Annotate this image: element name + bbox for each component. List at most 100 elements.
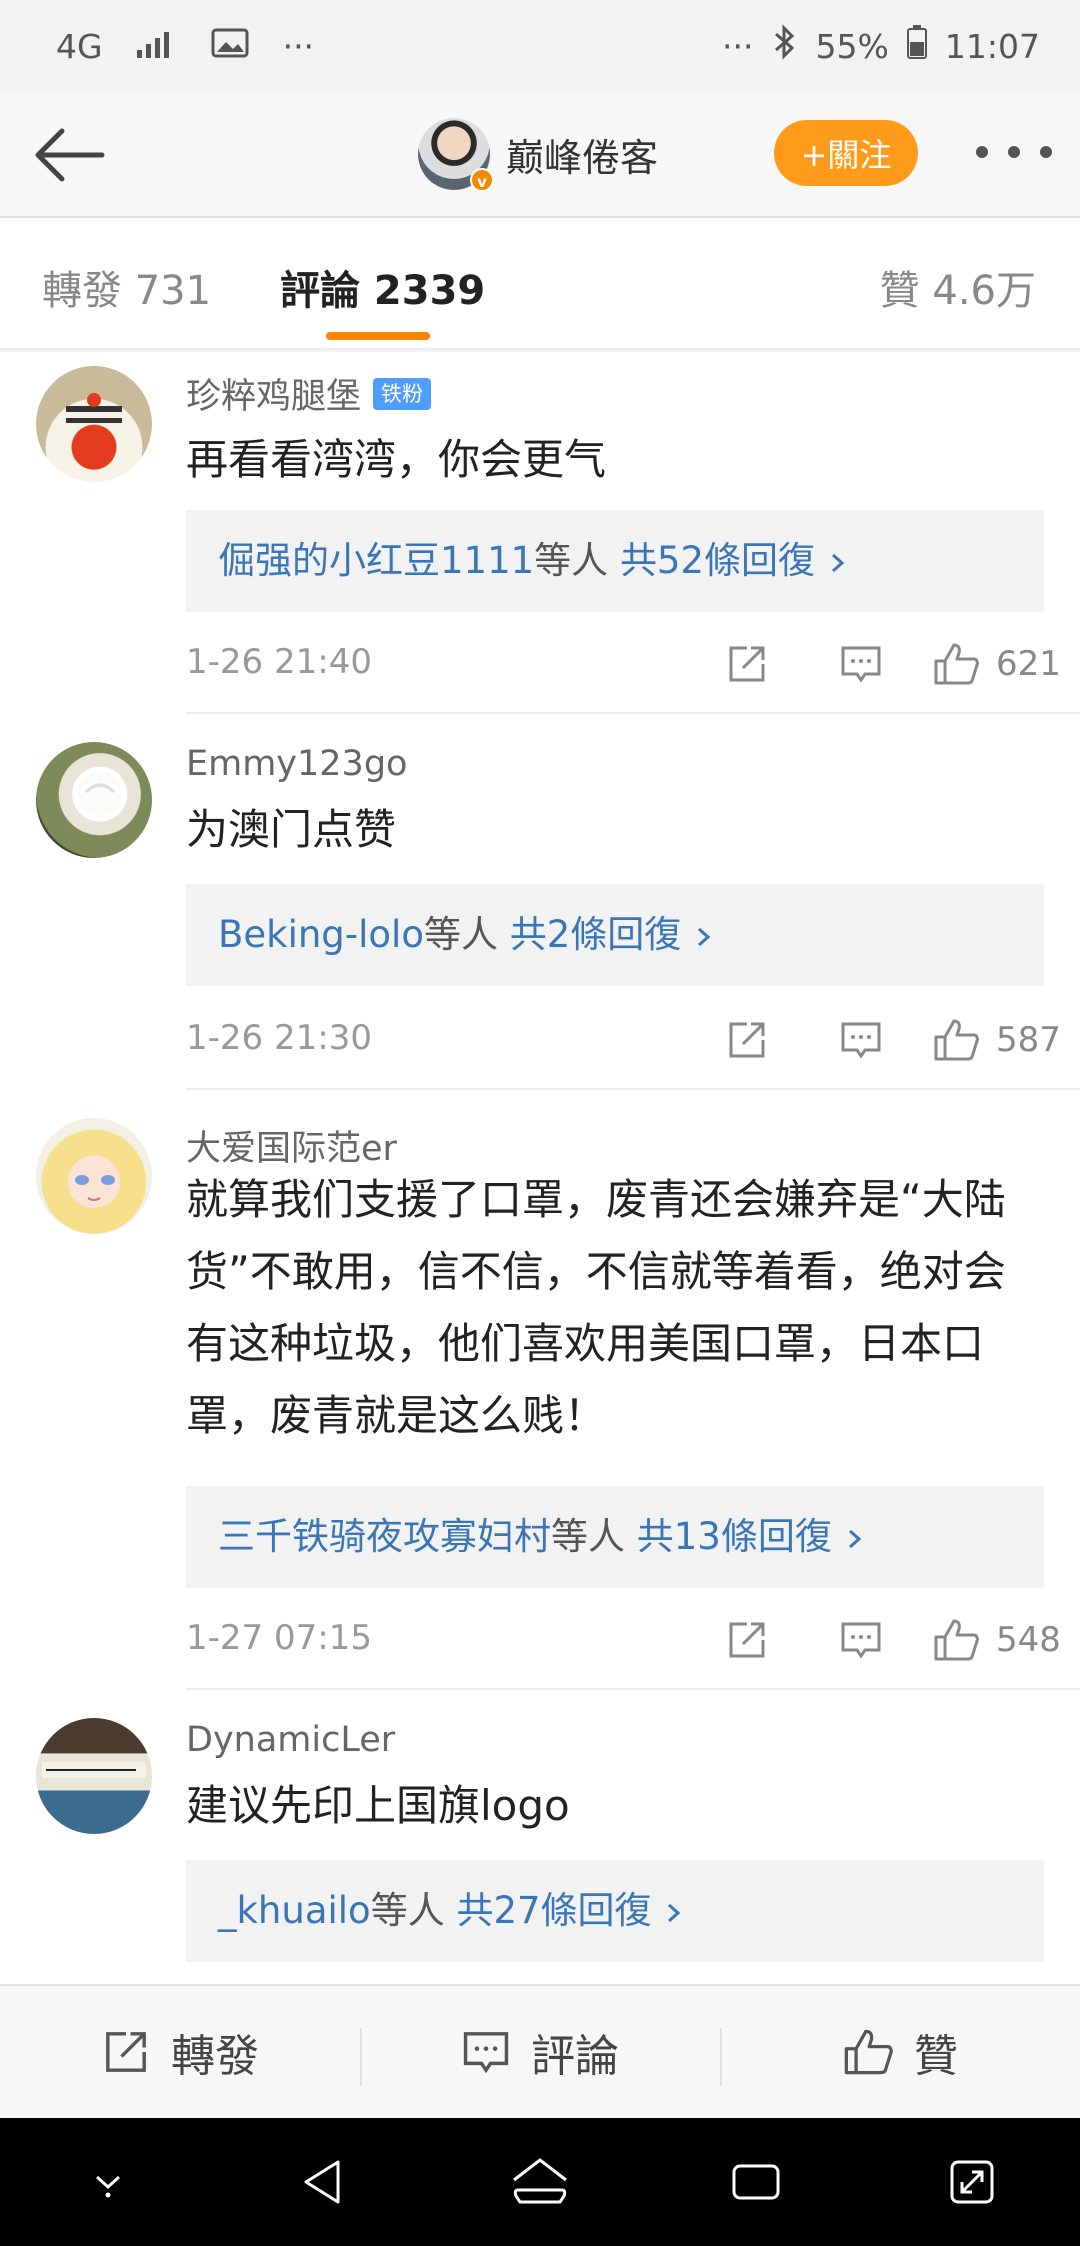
reply-summary[interactable]: Beking-lolo等人 共2條回復 [186,884,1044,986]
bottom-action-bar: 轉發 評論 贊 [0,1984,1080,2118]
comment-text: 再看看湾湾，你会更气 [186,435,607,484]
comment-username[interactable]: 珍粹鸡腿堡 铁粉 [186,368,432,419]
author-name[interactable]: 巅峰倦客 [506,127,658,182]
nav-hide-button[interactable] [63,2137,153,2227]
more-dot-icon [976,146,988,158]
status-bar: 4G ··· ··· 55% 11:07 [0,0,1080,92]
tab-like[interactable]: 贊 4.6万 [880,258,1036,316]
like-count: 548 [996,1620,1061,1660]
doraemon-avatar-icon [66,393,122,423]
comment-icon [841,1622,881,1659]
author-info[interactable]: v 巅峰倦客 [418,118,658,192]
reply-summary[interactable]: 倔强的小红豆1111等人 共52條回復 [186,510,1044,612]
reply-user[interactable]: 倔强的小红豆1111 [218,539,534,582]
divider [186,1088,1080,1090]
divider [186,1688,1080,1690]
thumbs-up-icon [934,643,979,685]
reply-mid: 等人 [423,913,498,956]
reply-count[interactable]: 共27條回復 [456,1889,651,1932]
comment-icon [841,646,881,683]
network-indicator: 4G [56,26,103,66]
reply-button[interactable] [804,636,918,692]
reply-count[interactable]: 共52條回復 [620,539,815,582]
share-button[interactable] [690,636,804,692]
tab-comment[interactable]: 評論 2339 [280,258,485,316]
expand-icon [950,2160,994,2204]
like-count: 621 [996,644,1061,684]
reply-mid: 等人 [370,1889,445,1932]
chevron-right-icon [698,927,711,946]
reply-button[interactable] [804,1612,918,1668]
comment-actions: 621 [690,636,1061,692]
battery-icon [906,25,927,67]
comment-time: 1-26 21:40 [186,642,372,682]
comment-actions: 548 [690,1612,1061,1668]
chevron-down-dot-icon [95,2175,121,2198]
comment-time: 1-27 07:15 [186,1618,372,1658]
signal-icon [136,27,177,66]
nav-back-button[interactable] [279,2137,369,2227]
share-icon [729,1022,765,1058]
user-avatar[interactable] [36,1718,152,1834]
reply-user[interactable]: _khuailo [218,1889,371,1932]
author-avatar[interactable]: v [418,118,494,192]
username-text[interactable]: 珍粹鸡腿堡 [186,368,361,419]
like-button[interactable]: 548 [932,1612,1061,1668]
battery-percent: 55% [815,26,889,66]
bottom-like-label: 贊 [914,2031,958,2082]
nav-home-button[interactable] [495,2137,585,2227]
like-count: 587 [996,1020,1061,1060]
like-button[interactable]: 587 [932,1012,1061,1068]
header: v 巅峰倦客 +關注 [0,92,1080,218]
username-text[interactable]: Emmy123go [186,744,407,784]
comment-text: 为澳门点赞 [186,805,397,854]
graffiti-avatar-icon [42,1762,146,1778]
reply-count[interactable]: 共13條回復 [637,1515,832,1558]
user-avatar[interactable] [36,1118,152,1234]
bottom-comment-button[interactable]: 評論 [360,2020,720,2086]
comment-item: DynamicLer 建议先印上国旗logo _khuailo等人 共27條回復 [0,1704,1080,1984]
comment-list[interactable]: 珍粹鸡腿堡 铁粉 再看看湾湾，你会更气 倔强的小红豆1111等人 共52條回復 … [0,352,1080,1984]
share-icon [729,646,765,682]
user-avatar[interactable] [36,742,152,858]
system-nav-bar [0,2118,1080,2246]
bottom-repost-label: 轉發 [171,2031,259,2082]
reply-user[interactable]: 三千铁骑夜攻寡妇村 [218,1515,551,1558]
comment-username[interactable]: Emmy123go [186,744,407,784]
share-button[interactable] [690,1612,804,1668]
more-dot-icon [1040,146,1052,158]
nav-expand-button[interactable] [927,2137,1017,2227]
reply-summary[interactable]: 三千铁骑夜攻寡妇村等人 共13條回復 [186,1486,1044,1588]
comment-text: 就算我们支援了口罩，废青还会嫌弃是“大陆货”不敢用，信不信，不信就等着看，绝对会… [186,1175,1006,1440]
username-text[interactable]: DynamicLer [186,1720,395,1760]
comment-icon [463,2032,509,2074]
reply-mid: 等人 [534,539,609,582]
back-button[interactable] [28,114,110,196]
share-icon [729,1622,765,1658]
comment-text: 建议先印上国旗logo [186,1781,570,1830]
bottom-comment-label: 評論 [531,2031,619,2082]
status-more: ··· [722,26,754,66]
user-avatar[interactable] [36,366,152,482]
divider [186,712,1080,714]
nav-recents-button[interactable] [711,2137,801,2227]
share-icon [106,2032,146,2072]
white-rose-avatar-icon [78,772,122,816]
follow-button[interactable]: +關注 [774,120,918,186]
reply-button[interactable] [804,1012,918,1068]
arrow-left-icon [35,128,105,182]
chevron-right-icon [831,553,845,572]
reply-summary[interactable]: _khuailo等人 共27條回復 [186,1860,1044,1962]
comment-username[interactable]: DynamicLer [186,1720,395,1760]
reply-count[interactable]: 共2條回復 [510,913,682,956]
share-button[interactable] [690,1012,804,1068]
more-options-button[interactable] [976,132,1052,172]
bottom-repost-button[interactable]: 轉發 [0,2020,360,2084]
tab-bar: 轉發 731 評論 2339 贊 4.6万 [0,218,1080,350]
tab-repost[interactable]: 轉發 731 [42,258,211,316]
like-button[interactable]: 621 [932,636,1061,692]
bottom-like-button[interactable]: 贊 [720,2020,1080,2086]
reply-user[interactable]: Beking-lolo [218,913,424,956]
comment-item: 大爱国际范er 就算我们支援了口罩，废青还会嫌弃是“大陆货”不敢用，信不信，不信… [0,1104,1080,1704]
thumbs-up-icon [844,2029,893,2075]
